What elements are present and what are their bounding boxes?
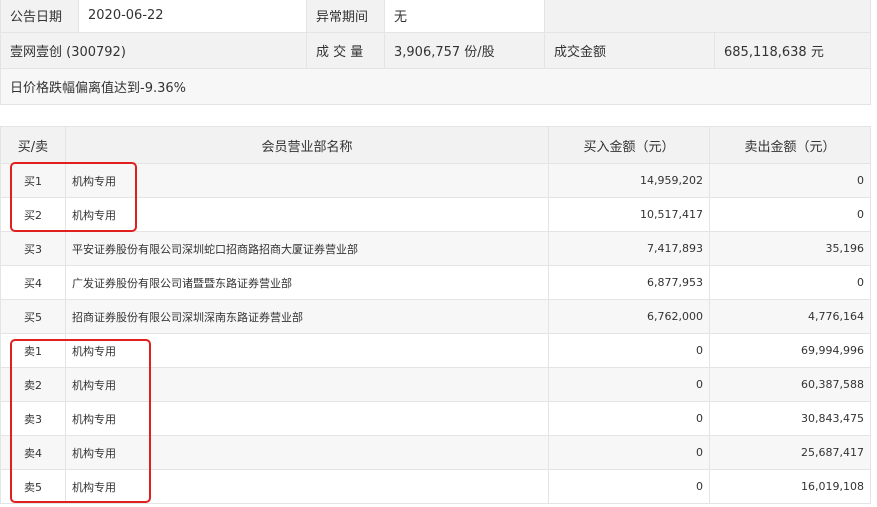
stock-name: 壹网壹创 (300792) <box>0 32 307 69</box>
row-side: 买3 <box>0 231 66 266</box>
row-sell: 0 <box>709 265 871 300</box>
table-row: 卖2 机构专用 0 60,387,588 <box>0 367 871 402</box>
period-value: 无 <box>384 0 545 33</box>
row-sell: 16,019,108 <box>709 469 871 504</box>
row-sell: 0 <box>709 197 871 232</box>
info-filler <box>544 0 871 33</box>
row-buy: 0 <box>548 469 710 504</box>
row-side: 卖1 <box>0 333 66 368</box>
row-side: 买5 <box>0 299 66 334</box>
row-name: 机构专用 <box>65 469 549 504</box>
row-side: 买4 <box>0 265 66 300</box>
header-buy: 买入金额（元） <box>548 126 710 164</box>
row-buy: 6,762,000 <box>548 299 710 334</box>
header-sell: 卖出金额（元） <box>709 126 871 164</box>
row-sell: 30,843,475 <box>709 401 871 436</box>
row-name: 招商证券股份有限公司深圳深南东路证券营业部 <box>65 299 549 334</box>
row-buy: 0 <box>548 333 710 368</box>
table-row: 买1 机构专用 14,959,202 0 <box>0 163 871 198</box>
header-side: 买/卖 <box>0 126 66 164</box>
row-side: 卖5 <box>0 469 66 504</box>
period-label: 异常期间 <box>306 0 385 33</box>
row-buy: 14,959,202 <box>548 163 710 198</box>
row-name: 机构专用 <box>65 197 549 232</box>
row-buy: 7,417,893 <box>548 231 710 266</box>
row-side: 买1 <box>0 163 66 198</box>
row-sell: 69,994,996 <box>709 333 871 368</box>
date-label: 公告日期 <box>0 0 79 33</box>
reason-text: 日价格跌幅偏离值达到-9.36% <box>0 68 871 105</box>
table-row: 买3 平安证券股份有限公司深圳蛇口招商路招商大厦证券营业部 7,417,893 … <box>0 231 871 266</box>
table-row: 卖4 机构专用 0 25,687,417 <box>0 435 871 470</box>
row-side: 买2 <box>0 197 66 232</box>
row-sell: 35,196 <box>709 231 871 266</box>
row-sell: 0 <box>709 163 871 198</box>
table-row: 卖1 机构专用 0 69,994,996 <box>0 333 871 368</box>
row-buy: 6,877,953 <box>548 265 710 300</box>
row-buy: 0 <box>548 401 710 436</box>
amount-label: 成交金额 <box>544 32 715 69</box>
row-side: 卖3 <box>0 401 66 436</box>
row-buy: 0 <box>548 435 710 470</box>
row-side: 卖4 <box>0 435 66 470</box>
header-name: 会员营业部名称 <box>65 126 549 164</box>
table-row: 卖3 机构专用 0 30,843,475 <box>0 401 871 436</box>
row-side: 卖2 <box>0 367 66 402</box>
amount-value: 685,118,638 元 <box>714 32 871 69</box>
row-buy: 0 <box>548 367 710 402</box>
table-row: 买2 机构专用 10,517,417 0 <box>0 197 871 232</box>
table-row: 买5 招商证券股份有限公司深圳深南东路证券营业部 6,762,000 4,776… <box>0 299 871 334</box>
row-name: 机构专用 <box>65 401 549 436</box>
volume-label: 成 交 量 <box>306 32 385 69</box>
row-name: 广发证券股份有限公司诸暨暨东路证券营业部 <box>65 265 549 300</box>
row-name: 平安证券股份有限公司深圳蛇口招商路招商大厦证券营业部 <box>65 231 549 266</box>
row-buy: 10,517,417 <box>548 197 710 232</box>
row-name: 机构专用 <box>65 367 549 402</box>
row-name: 机构专用 <box>65 435 549 470</box>
table-row: 买4 广发证券股份有限公司诸暨暨东路证券营业部 6,877,953 0 <box>0 265 871 300</box>
volume-value: 3,906,757 份/股 <box>384 32 545 69</box>
row-sell: 4,776,164 <box>709 299 871 334</box>
row-name: 机构专用 <box>65 333 549 368</box>
row-sell: 25,687,417 <box>709 435 871 470</box>
trade-detail-table: 买/卖 会员营业部名称 买入金额（元） 卖出金额（元） 买1 机构专用 14,9… <box>0 126 871 504</box>
table-row: 卖5 机构专用 0 16,019,108 <box>0 469 871 504</box>
row-sell: 60,387,588 <box>709 367 871 402</box>
row-name: 机构专用 <box>65 163 549 198</box>
announcement-info-table: 公告日期 2020-06-22 异常期间 无 壹网壹创 (300792) 成 交… <box>0 0 871 105</box>
date-value: 2020-06-22 <box>78 0 307 33</box>
